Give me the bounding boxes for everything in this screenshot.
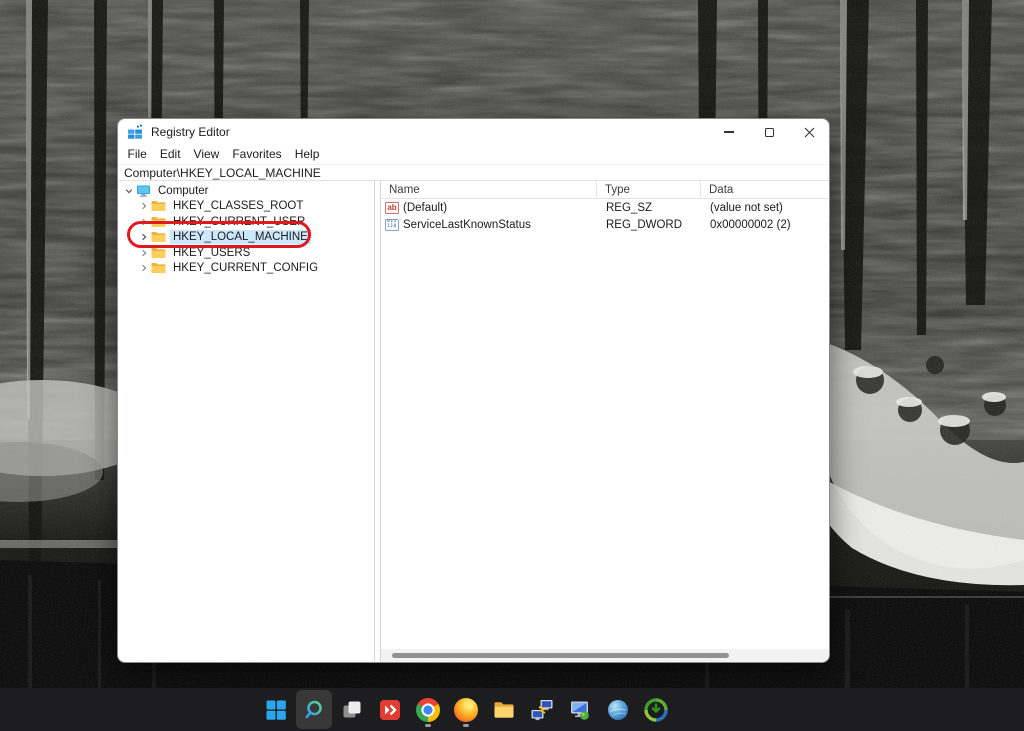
- list-body: ab (Default) REG_SZ (value not set) 011 …: [381, 199, 829, 649]
- file-explorer-icon: [494, 701, 514, 718]
- chevron-right-icon[interactable]: [138, 217, 150, 227]
- minimize-button[interactable]: [709, 119, 749, 145]
- desktop: Registry Editor File Edit View Favorites: [0, 0, 1024, 731]
- close-icon: [804, 127, 814, 137]
- windows-start-icon: [266, 700, 286, 720]
- search-button[interactable]: [296, 690, 332, 729]
- anydesk-button[interactable]: [372, 690, 408, 729]
- chevron-right-icon[interactable]: [138, 263, 150, 273]
- minimize-icon: [724, 131, 734, 133]
- list-header: Name Type Data: [381, 181, 829, 199]
- taskbar-icons: [258, 690, 674, 729]
- chevron-right-icon[interactable]: [138, 248, 150, 258]
- folder-icon: [151, 201, 166, 212]
- chevron-down-icon[interactable]: [123, 186, 135, 196]
- value-row-default[interactable]: ab (Default) REG_SZ (value not set): [381, 199, 829, 216]
- menubar: File Edit View Favorites Help: [118, 145, 829, 164]
- tree-item-label: Computer: [158, 184, 209, 197]
- tree-item-label-selected: HKEY_LOCAL_MACHINE: [170, 230, 311, 245]
- maximize-icon: [764, 127, 774, 137]
- running-indicator: [463, 724, 469, 727]
- menu-file[interactable]: File: [121, 145, 153, 164]
- tree-item-label: HKEY_USERS: [173, 246, 251, 259]
- tree-item-hkey-local-machine[interactable]: HKEY_LOCAL_MACHINE: [118, 230, 374, 246]
- tree-item-hkey-users[interactable]: HKEY_USERS: [118, 245, 374, 261]
- value-name: (Default): [403, 201, 448, 214]
- tree-item-label: HKEY_CURRENT_USER: [173, 215, 306, 228]
- firefox-button[interactable]: [448, 690, 484, 729]
- computer-icon: [137, 185, 150, 197]
- menu-view[interactable]: View: [187, 145, 226, 164]
- tree-pane: Computer HKEY_CLASSES_ROOT HKEY_CURRENT_…: [118, 181, 375, 662]
- values-pane: Name Type Data ab (Default) REG_SZ (valu…: [381, 181, 829, 662]
- download-manager-icon: [644, 697, 668, 722]
- folder-icon: [151, 216, 166, 227]
- window-controls: [709, 119, 829, 145]
- folder-icon: [151, 232, 166, 243]
- internet-globe-icon: [608, 699, 628, 720]
- remote-connection-button[interactable]: [524, 690, 560, 729]
- maximize-button[interactable]: [749, 119, 789, 145]
- address-input[interactable]: [118, 165, 829, 180]
- remote-connection-icon: [531, 699, 553, 720]
- file-explorer-button[interactable]: [486, 690, 522, 729]
- tree-item-label: HKEY_CLASSES_ROOT: [173, 200, 304, 213]
- window-title: Registry Editor: [151, 125, 230, 139]
- chrome-button[interactable]: [410, 690, 446, 729]
- folder-icon: [151, 263, 166, 274]
- tree-item-hkey-classes-root[interactable]: HKEY_CLASSES_ROOT: [118, 199, 374, 215]
- firefox-icon: [454, 697, 478, 722]
- tree-item-hkey-current-config[interactable]: HKEY_CURRENT_CONFIG: [118, 261, 374, 277]
- download-manager-button[interactable]: [638, 690, 674, 729]
- chevron-right-icon[interactable]: [138, 232, 150, 242]
- value-name: ServiceLastKnownStatus: [403, 218, 531, 231]
- task-view-icon: [343, 701, 361, 717]
- horizontal-scrollbar[interactable]: [381, 649, 829, 662]
- column-header-type[interactable]: Type: [597, 181, 701, 198]
- start-button[interactable]: [258, 690, 294, 729]
- chevron-right-icon[interactable]: [138, 201, 150, 211]
- value-type: REG_DWORD: [606, 218, 683, 231]
- value-row-servicelastknownstatus[interactable]: 011 110 ServiceLastKnownStatus REG_DWORD…: [381, 216, 829, 233]
- value-data: (value not set): [710, 201, 783, 214]
- anydesk-icon: [380, 699, 400, 720]
- my-computer-icon: [571, 701, 589, 720]
- dword-value-icon: 011 110: [385, 218, 399, 231]
- task-view-button[interactable]: [334, 690, 370, 729]
- menu-favorites[interactable]: Favorites: [226, 145, 288, 164]
- registry-editor-window: Registry Editor File Edit View Favorites: [117, 118, 830, 663]
- titlebar[interactable]: Registry Editor: [118, 119, 829, 145]
- my-computer-button[interactable]: [562, 690, 598, 729]
- running-indicator: [425, 724, 431, 727]
- taskbar: [0, 688, 1024, 731]
- addressbar: [118, 164, 829, 181]
- value-data: 0x00000002 (2): [710, 218, 791, 231]
- value-type: REG_SZ: [606, 201, 653, 214]
- column-header-name[interactable]: Name: [381, 181, 597, 198]
- chrome-icon: [416, 697, 440, 722]
- tree-item-hkey-current-user[interactable]: HKEY_CURRENT_USER: [118, 214, 374, 230]
- menu-edit[interactable]: Edit: [153, 145, 187, 164]
- internet-globe-button[interactable]: [600, 690, 636, 729]
- main-area: Computer HKEY_CLASSES_ROOT HKEY_CURRENT_…: [118, 181, 829, 662]
- tree-item-label: HKEY_CURRENT_CONFIG: [173, 262, 319, 275]
- string-value-icon: ab: [385, 201, 399, 214]
- registry-editor-icon: [128, 124, 143, 139]
- scrollbar-thumb[interactable]: [392, 653, 729, 658]
- column-header-data[interactable]: Data: [701, 181, 829, 198]
- folder-icon: [151, 247, 166, 258]
- tree-item-computer[interactable]: Computer: [118, 183, 374, 199]
- search-icon: [305, 700, 322, 718]
- menu-help[interactable]: Help: [288, 145, 326, 164]
- close-button[interactable]: [789, 119, 829, 145]
